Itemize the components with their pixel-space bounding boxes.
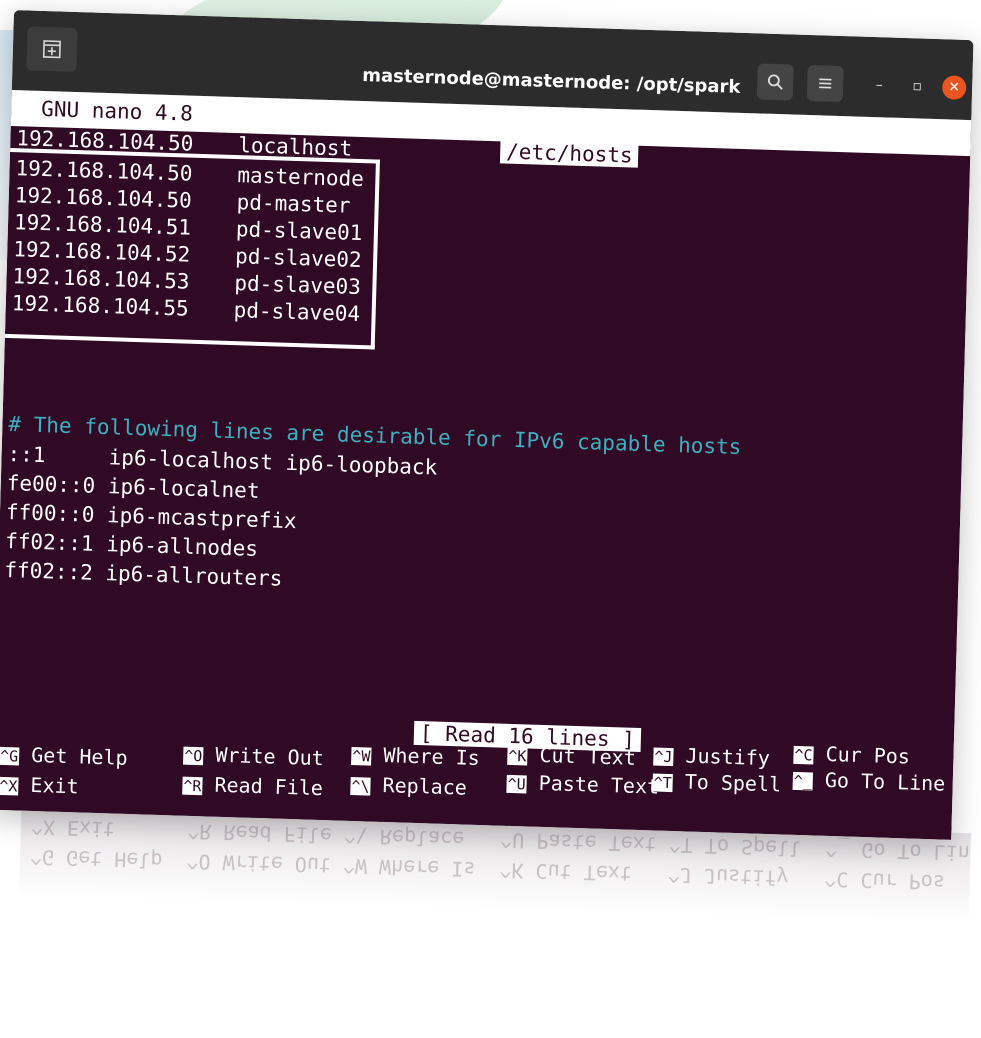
terminal-window: masternode@masternode: /opt/spark – ▫ ✕ … — [0, 10, 974, 840]
shortcut-label: Paste Text — [538, 770, 660, 799]
shortcut-label: To Spell — [684, 769, 782, 797]
nano-filename: /etc/hosts — [499, 139, 639, 168]
new-tab-button[interactable] — [26, 26, 78, 72]
shortcut-label: Write Out — [215, 742, 325, 771]
shortcut-key: ^T — [652, 773, 673, 793]
shortcut-label: Exit — [30, 772, 79, 799]
shortcut-label: Get Help — [30, 742, 128, 770]
shortcut-cur-pos[interactable]: ^C Cur Pos — [793, 741, 910, 769]
shortcut-key: ^X — [0, 776, 19, 796]
shortcut-label: Read File — [214, 772, 324, 801]
ipv6-line: ff02::1 ip6-allnodes — [4, 528, 259, 561]
shortcut-go-to-line[interactable]: ^_ Go To Line — [792, 767, 946, 796]
shortcut-label: Justify — [685, 743, 771, 771]
highlight-box — [4, 147, 380, 350]
new-tab-icon — [42, 40, 61, 59]
shortcut-label: Where Is — [383, 742, 481, 770]
shortcut-read-file[interactable]: ^R Read File — [182, 772, 323, 800]
shortcut-replace[interactable]: ^\ Replace — [350, 772, 467, 800]
shortcut-cut-text[interactable]: ^K Cut Text — [507, 742, 636, 770]
shortcut-label: Go To Line — [824, 767, 946, 796]
shortcut-justify[interactable]: ^J Justify — [653, 742, 770, 770]
ipv6-line: ff00::0 ip6-mcastprefix — [5, 499, 297, 534]
maximize-button[interactable]: ▫ — [905, 74, 930, 99]
minimize-button[interactable]: – — [867, 73, 892, 98]
shortcut-paste-text[interactable]: ^U Paste Text — [506, 770, 659, 799]
shortcut-to-spell[interactable]: ^T To Spell — [652, 768, 781, 796]
hamburger-menu-icon — [819, 78, 832, 89]
shortcut-key: ^J — [653, 747, 674, 767]
shortcut-key: ^K — [507, 746, 528, 766]
shortcut-key: ^O — [182, 746, 204, 766]
shortcut-label: Cut Text — [539, 742, 637, 770]
close-icon: ✕ — [948, 79, 961, 96]
terminal-content[interactable]: GNU nano 4.8 /etc/hosts 192.168.104.50 lo… — [0, 89, 972, 840]
shortcut-key: ^W — [351, 746, 372, 766]
scene: masternode@masternode: /opt/spark – ▫ ✕ … — [0, 0, 981, 1038]
shortcut-write-out[interactable]: ^O Write Out — [182, 742, 325, 771]
shortcut-key: ^R — [182, 776, 203, 796]
shortcut-exit[interactable]: ^X Exit — [0, 772, 79, 799]
shortcut-get-help[interactable]: ^G Get Help — [0, 742, 128, 770]
ipv6-line: ff02::2 ip6-allrouters — [4, 557, 283, 591]
maximize-icon: ▫ — [912, 78, 923, 95]
shortcut-label: Cur Pos — [825, 741, 911, 769]
shortcut-key: ^U — [506, 774, 527, 794]
minimize-icon: – — [875, 77, 883, 94]
search-icon — [767, 74, 783, 90]
shortcut-key: ^\ — [350, 776, 371, 796]
window-title: masternode@masternode: /opt/spark — [362, 64, 741, 98]
shortcut-key: ^C — [793, 745, 814, 765]
shortcut-label: Replace — [382, 772, 468, 800]
search-button[interactable] — [756, 63, 794, 101]
shortcut-key: ^G — [0, 746, 20, 766]
close-button[interactable]: ✕ — [941, 75, 967, 100]
ipv6-line: fe00::0 ip6-localnet — [6, 471, 260, 503]
nano-version: GNU nano 4.8 — [40, 96, 194, 126]
shortcut-key: ^_ — [792, 771, 814, 791]
shortcut-where-is[interactable]: ^W Where Is — [351, 742, 480, 770]
menu-button[interactable] — [806, 64, 844, 103]
